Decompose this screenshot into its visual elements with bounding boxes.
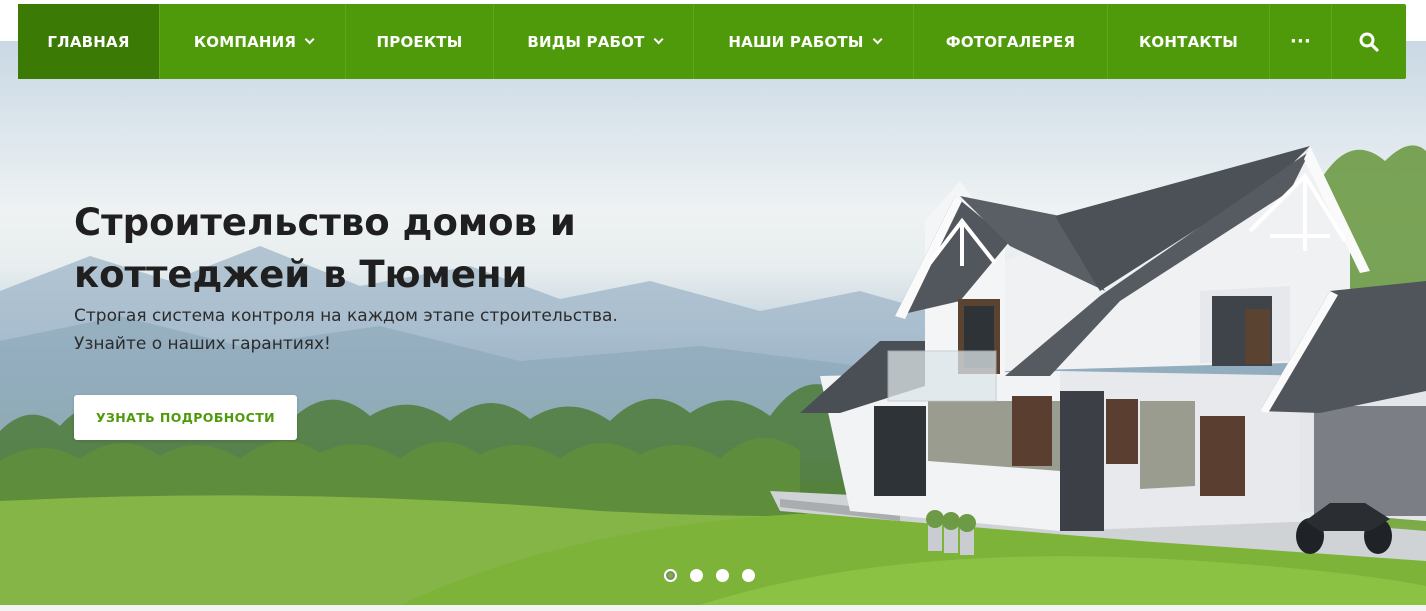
nav-item-label: ФОТОГАЛЕРЕЯ bbox=[945, 32, 1076, 51]
nav-item-gallery[interactable]: ФОТОГАЛЕРЕЯ bbox=[914, 4, 1108, 79]
slider-dot-4[interactable] bbox=[742, 569, 755, 582]
slider-pagination bbox=[664, 569, 755, 582]
nav-item-projects[interactable]: ПРОЕКТЫ bbox=[346, 4, 494, 79]
nav-item-company[interactable]: КОМПАНИЯ bbox=[160, 4, 346, 79]
nav-item-label: НАШИ РАБОТЫ bbox=[728, 32, 864, 51]
nav-item-contacts[interactable]: КОНТАКТЫ bbox=[1108, 4, 1270, 79]
nav-search-button[interactable] bbox=[1332, 4, 1406, 79]
search-icon bbox=[1359, 32, 1379, 52]
nav-item-label: ВИДЫ РАБОТ bbox=[527, 32, 645, 51]
chevron-down-icon bbox=[653, 34, 664, 45]
nav-item-work-types[interactable]: ВИДЫ РАБОТ bbox=[494, 4, 694, 79]
chevron-down-icon bbox=[304, 34, 315, 45]
more-dots-icon: ··· bbox=[1289, 31, 1312, 52]
nav-item-label: ГЛАВНАЯ bbox=[47, 32, 130, 51]
nav-item-label: ПРОЕКТЫ bbox=[376, 32, 463, 51]
hero-subtitle-line1: Строгая система контроля на каждом этапе… bbox=[74, 306, 618, 326]
nav-item-label: КОНТАКТЫ bbox=[1138, 32, 1239, 51]
slider-dot-3[interactable] bbox=[716, 569, 729, 582]
slider-dot-2[interactable] bbox=[690, 569, 703, 582]
slider-dot-1[interactable] bbox=[664, 569, 677, 582]
nav-item-home[interactable]: ГЛАВНАЯ bbox=[18, 4, 160, 79]
nav-item-our-works[interactable]: НАШИ РАБОТЫ bbox=[694, 4, 914, 79]
nav-more-button[interactable]: ··· bbox=[1270, 4, 1332, 79]
hero-subtitle-line2: Узнайте о наших гарантиях! bbox=[74, 334, 331, 354]
main-nav: ГЛАВНАЯ КОМПАНИЯ ПРОЕКТЫ ВИДЫ РАБОТ НАШИ… bbox=[18, 4, 1406, 79]
learn-more-button[interactable]: УЗНАТЬ ПОДРОБНОСТИ bbox=[74, 395, 297, 440]
hero-bottom-border bbox=[0, 605, 1426, 611]
nav-item-label: КОМПАНИЯ bbox=[193, 32, 297, 51]
chevron-down-icon bbox=[872, 34, 883, 45]
hero-title: Строительство домов и коттеджей в Тюмени bbox=[74, 197, 694, 301]
hero-subtitle: Строгая система контроля на каждом этапе… bbox=[74, 302, 694, 358]
hero-title-line2: коттеджей в Тюмени bbox=[74, 253, 528, 296]
hero-title-line1: Строительство домов и bbox=[74, 201, 576, 244]
